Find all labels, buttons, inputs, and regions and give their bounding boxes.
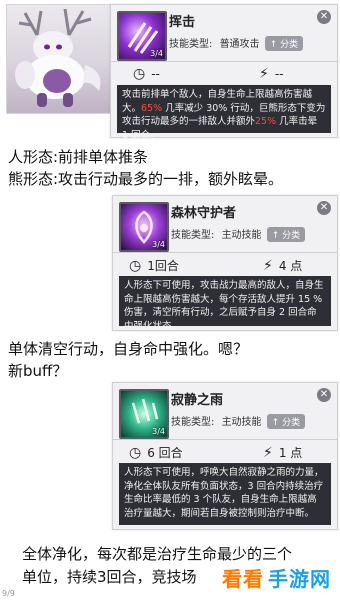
skill-icon-silent-rain: 3/4	[119, 389, 169, 439]
skill-description: 人形态下可使用，攻击战力最高的敌人，自身生命上限越高伤害越大，每个存活敌人提升 …	[119, 276, 331, 332]
skill-description: 人形态下可使用，呼唤大自然寂静之雨的力量，净化全体队友所有负面状态，3 回合内持…	[119, 463, 331, 525]
close-icon[interactable]: ✕	[317, 10, 331, 24]
energy-stat: ⚡ 1 点	[263, 445, 303, 461]
skill-description: 攻击前排单个敌人，自身生命上限越高伤害越大。65% 几率减少 30% 行动，巨熊…	[117, 85, 331, 141]
hero-portrait	[6, 4, 112, 114]
skill-type: 技能类型: 主动技能 ↑ 分类	[171, 413, 306, 429]
note-line: 单位，持续3回合，竞技场	[22, 568, 197, 586]
close-icon[interactable]: ✕	[317, 388, 331, 402]
divider	[111, 61, 337, 62]
divider	[113, 252, 337, 253]
skill-icon-swipe: 3/4	[117, 11, 167, 61]
skill-level: 3/4	[152, 427, 165, 436]
clock-icon: ◷	[129, 258, 142, 274]
skill-card-swipe: 3/4 挥击 技能类型: 普通攻击 ↑ 分类 ✕ ◷ -- ⚡ -- 攻击前排单个敌…	[110, 4, 338, 141]
skill-type: 技能类型: 主动技能 ↑ 分类	[171, 226, 306, 242]
skill-type: 技能类型: 普通攻击 ↑ 分类	[169, 35, 304, 51]
cooldown-stat: ◷ --	[133, 66, 160, 82]
skill-card-forest-guardian: 3/4 森林守护者 技能类型: 主动技能 ↑ 分类 ✕ ◷ 1回合 ⚡ 4 点 人形…	[112, 195, 338, 332]
skill-name: 挥击	[169, 15, 196, 30]
clock-icon: ◷	[129, 445, 142, 461]
watermark-logo: 看看 手游网	[218, 562, 338, 596]
arrow-up-icon: ↑	[271, 418, 280, 428]
skill-name: 寂静之雨	[171, 393, 224, 408]
page-number: 9/9	[2, 589, 15, 598]
hero-illustration	[15, 8, 101, 107]
skill-level: 3/4	[152, 240, 165, 249]
skill-card-silent-rain: 3/4 寂静之雨 技能类型: 主动技能 ↑ 分类 ✕ ◷ 6 回合 ⚡ 1 点 人形…	[112, 382, 338, 530]
arrow-up-icon: ↑	[271, 231, 280, 241]
close-icon[interactable]: ✕	[317, 201, 331, 215]
note-line: 熊形态:攻击行动最多的一排，额外眩晕。	[8, 170, 284, 188]
skill-icon-forest-guardian: 3/4	[119, 202, 169, 252]
lightning-icon: ⚡	[263, 445, 273, 461]
category-tag[interactable]: ↑ 分类	[264, 36, 304, 51]
skill-name: 森林守护者	[171, 206, 237, 221]
lightning-icon: ⚡	[263, 258, 273, 274]
note-line: 新buff？	[8, 362, 68, 380]
note-line: 人形态:前排单体推条	[8, 148, 149, 166]
category-tag[interactable]: ↑ 分类	[266, 227, 306, 242]
note-line: 单体清空行动，自身命中强化。嗯？	[8, 340, 249, 358]
divider	[113, 439, 337, 440]
arrow-up-icon: ↑	[269, 40, 278, 50]
energy-stat: ⚡ 4 点	[263, 258, 303, 274]
clock-icon: ◷	[133, 66, 146, 82]
skill-level: 3/4	[150, 49, 163, 58]
cooldown-stat: ◷ 6 回合	[129, 445, 183, 461]
lightning-icon: ⚡	[259, 66, 269, 82]
energy-stat: ⚡ --	[259, 66, 284, 82]
cooldown-stat: ◷ 1回合	[129, 258, 179, 274]
category-tag[interactable]: ↑ 分类	[266, 414, 306, 429]
